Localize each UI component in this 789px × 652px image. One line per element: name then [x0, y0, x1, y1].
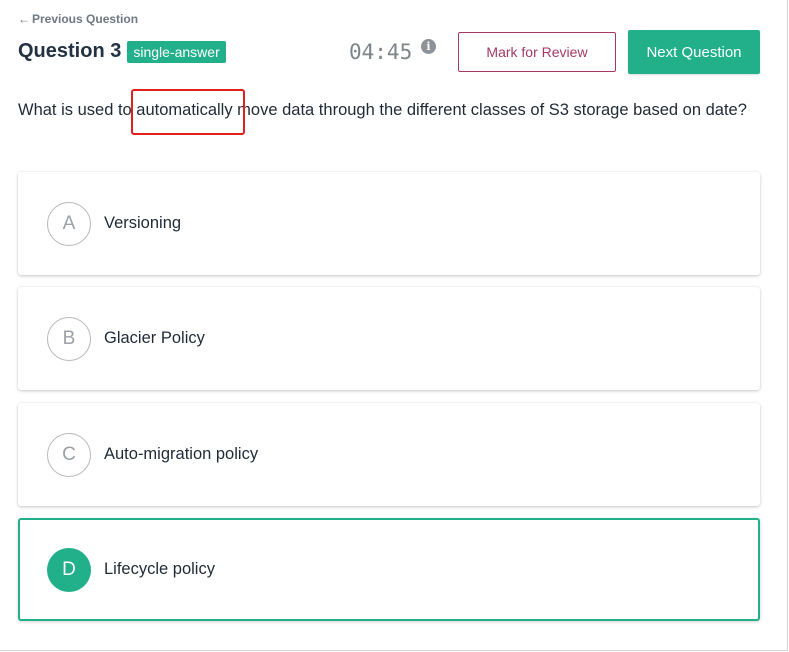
option-letter: B [47, 316, 91, 361]
answer-option-b[interactable]: B Glacier Policy [18, 287, 760, 390]
mark-for-review-button[interactable]: Mark for Review [458, 32, 616, 72]
previous-question-label: Previous Question [32, 12, 139, 26]
info-icon[interactable]: i [421, 39, 436, 54]
option-letter: C [47, 432, 91, 477]
countdown-timer: 04:45 [349, 40, 413, 64]
page-frame: ← Previous Question Question 3 single-an… [0, 0, 788, 651]
previous-question-link[interactable]: ← Previous Question [18, 12, 138, 26]
answer-option-c[interactable]: C Auto-migration policy [18, 403, 760, 506]
next-question-button[interactable]: Next Question [628, 30, 760, 74]
answer-option-a[interactable]: A Versioning [18, 172, 760, 275]
option-label: Glacier Policy [104, 329, 205, 347]
question-text: What is used to automatically move data … [18, 101, 747, 119]
answer-option-d[interactable]: D Lifecycle policy [18, 518, 760, 621]
option-label: Versioning [104, 214, 182, 232]
question-header: Question 3 single-answer [18, 40, 226, 63]
option-label: Auto-migration policy [104, 445, 259, 463]
option-letter: A [47, 201, 91, 246]
option-label: Lifecycle policy [104, 560, 215, 578]
arrow-left-icon: ← [18, 12, 30, 26]
option-letter: D [47, 547, 91, 592]
question-title: Question 3 [18, 40, 122, 62]
question-type-badge: single-answer [127, 40, 226, 63]
